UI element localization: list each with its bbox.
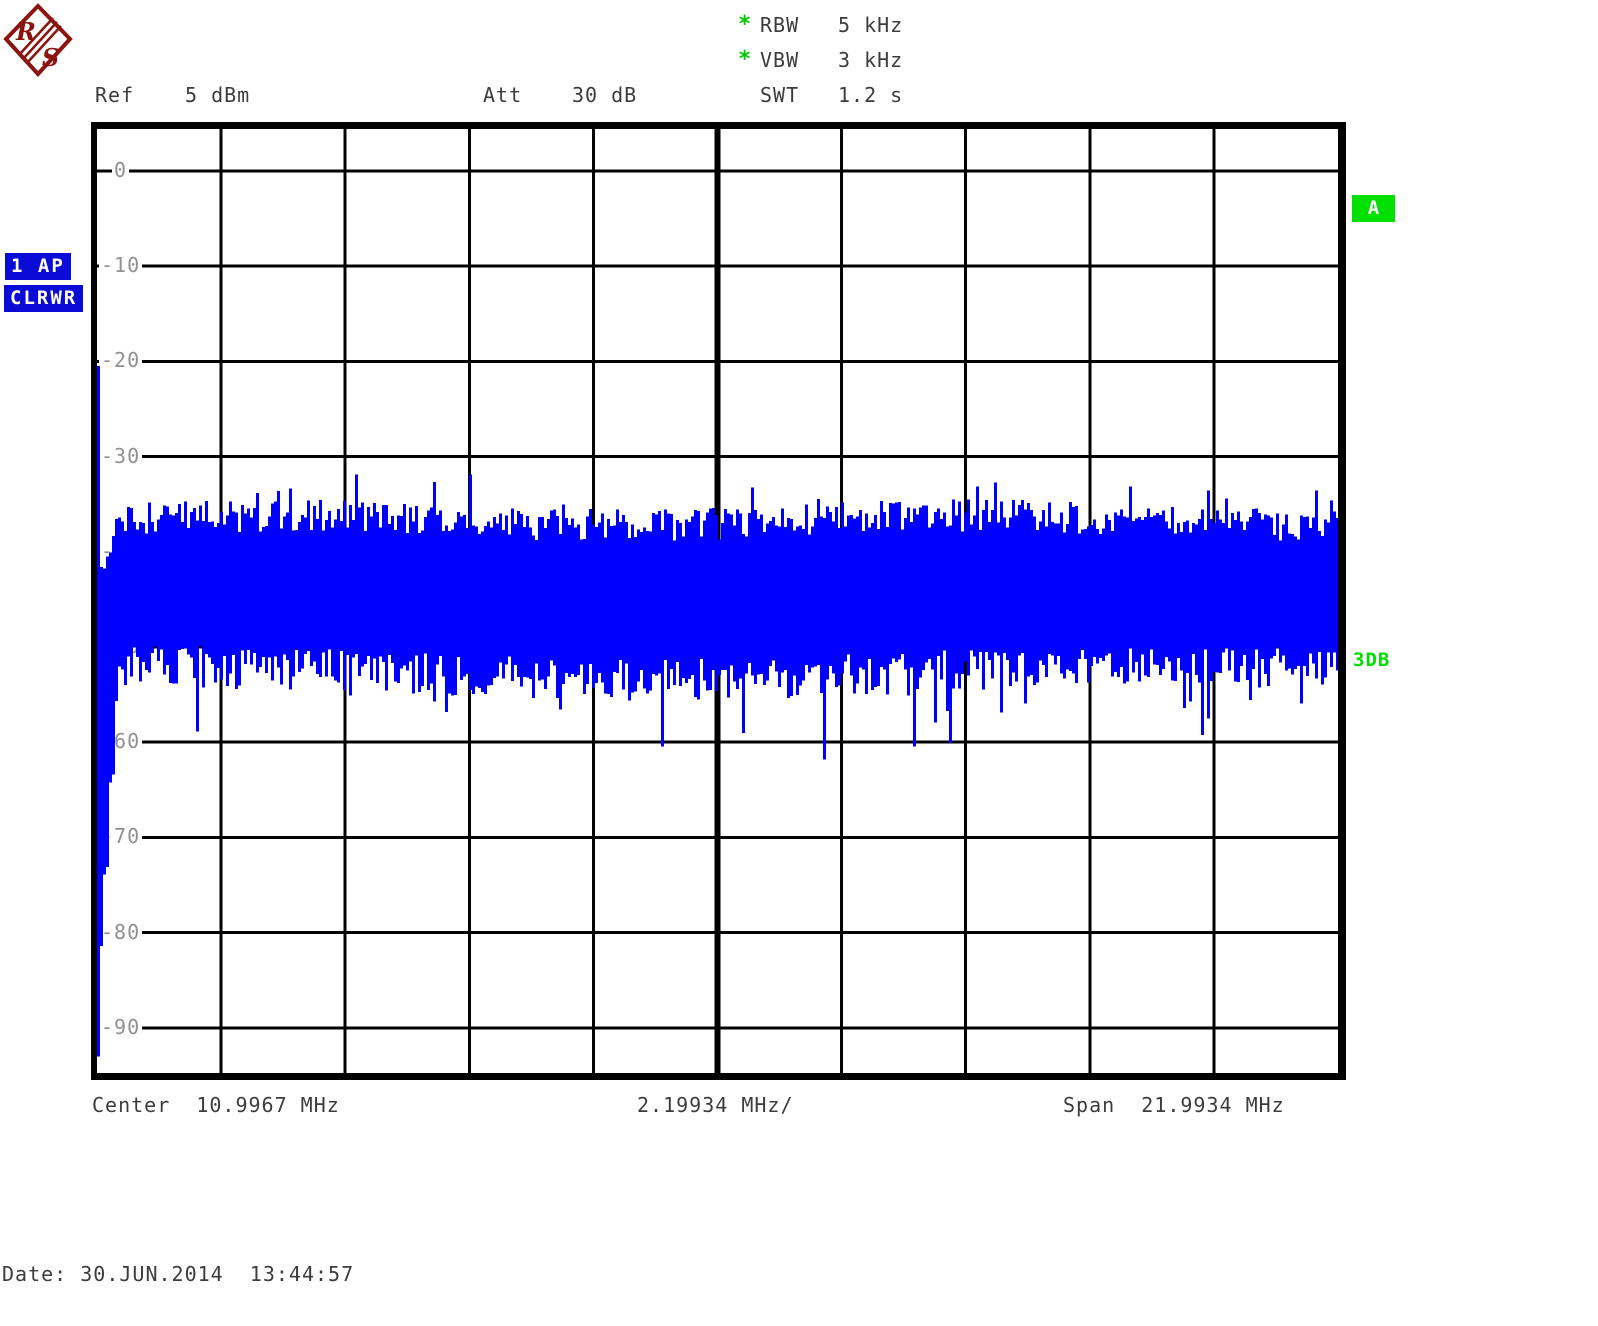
vbw-coupled-star-icon: * bbox=[738, 47, 752, 72]
rohde-schwarz-logo: R S bbox=[3, 3, 73, 77]
attenuation-value: 30 dB bbox=[572, 83, 638, 107]
logo-letter-s: S bbox=[42, 43, 59, 72]
rbw-coupled-star-icon: * bbox=[738, 12, 752, 37]
sweep-time-value: 1.2 s bbox=[838, 83, 904, 107]
rbw-label: RBW bbox=[760, 13, 800, 37]
spectrum-analyzer-screen: R S Ref 5 dBm Att 30 dB * RBW 5 kHz * VB… bbox=[0, 0, 1598, 1326]
screen-a-badge: A bbox=[1352, 195, 1395, 222]
trace-detector-badge: 1 AP bbox=[5, 253, 71, 280]
sweep-time-label: SWT bbox=[760, 83, 800, 107]
attenuation-label: Att bbox=[483, 83, 523, 107]
frequency-per-div-label: 2.19934 MHz/ bbox=[637, 1093, 794, 1117]
vbw-value: 3 kHz bbox=[838, 48, 904, 72]
span-label: Span 21.9934 MHz bbox=[1063, 1093, 1285, 1117]
date-time-label: Date: 30.JUN.2014 13:44:57 bbox=[2, 1262, 355, 1286]
rbw-value: 5 kHz bbox=[838, 13, 904, 37]
trace-mode-badge: CLRWR bbox=[4, 285, 84, 312]
logo-letter-r: R bbox=[15, 17, 36, 46]
vbw-label: VBW bbox=[760, 48, 800, 72]
bandwidth-3db-label: 3DB bbox=[1353, 649, 1391, 671]
noise-trace bbox=[97, 366, 1338, 1057]
trace-layer bbox=[97, 129, 1338, 1073]
center-frequency-label: Center 10.9967 MHz bbox=[92, 1093, 340, 1117]
ref-level-label: Ref bbox=[95, 83, 135, 107]
ref-level-value: 5 dBm bbox=[185, 83, 251, 107]
